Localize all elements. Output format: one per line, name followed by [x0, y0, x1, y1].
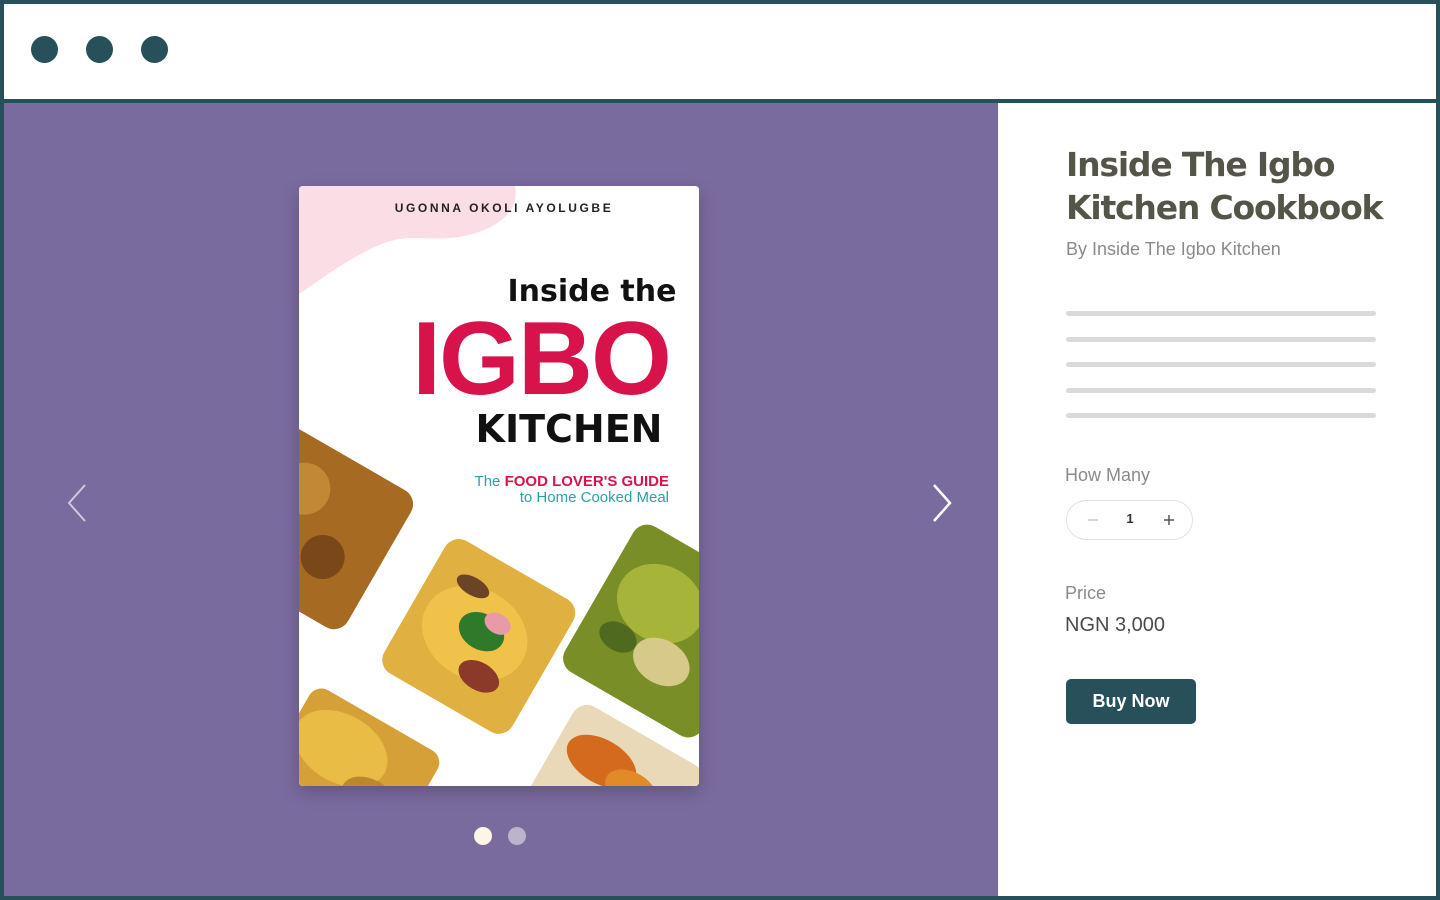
- chevron-right-icon: [933, 484, 952, 522]
- description-placeholder-line: [1066, 388, 1376, 393]
- window-control-dot[interactable]: [141, 36, 168, 63]
- minus-icon: [1088, 519, 1098, 521]
- product-details-panel: Inside The Igbo Kitchen Cookbook By Insi…: [998, 103, 1436, 896]
- next-image-button[interactable]: [920, 481, 960, 525]
- window-control-dot[interactable]: [86, 36, 113, 63]
- description-placeholder-line: [1066, 311, 1376, 316]
- prev-image-button[interactable]: [59, 481, 99, 525]
- product-image-gallery: UGONNA OKOLI AYOLUGBE Inside the IGBO KI…: [4, 103, 998, 896]
- window-titlebar: [4, 4, 1436, 103]
- description-placeholder-line: [1066, 413, 1376, 418]
- description-placeholder-line: [1066, 337, 1376, 342]
- pagination-dot[interactable]: [508, 827, 526, 845]
- plus-icon: [1164, 515, 1174, 525]
- cover-author: UGONNA OKOLI AYOLUGBE: [395, 201, 614, 215]
- chevron-left-icon: [67, 484, 86, 522]
- decrement-button[interactable]: [1083, 510, 1103, 530]
- browser-window: UGONNA OKOLI AYOLUGBE Inside the IGBO KI…: [0, 0, 1440, 900]
- quantity-stepper: 1: [1066, 500, 1193, 540]
- price-value: NGN 3,000: [1065, 614, 1166, 636]
- cover-tagline: The FOOD LOVER'S GUIDE: [475, 473, 669, 490]
- cover-title-bottom: KITCHEN: [476, 407, 663, 451]
- pagination-dot-active[interactable]: [474, 827, 492, 845]
- quantity-label: How Many: [1065, 465, 1151, 485]
- quantity-value[interactable]: 1: [1111, 511, 1149, 526]
- product-title: Inside The Igbo Kitchen Cookbook: [1066, 145, 1383, 227]
- book-cover-image: UGONNA OKOLI AYOLUGBE Inside the IGBO KI…: [299, 186, 699, 786]
- book-cover-art: UGONNA OKOLI AYOLUGBE Inside the IGBO KI…: [299, 186, 699, 786]
- cover-tagline-line2: to Home Cooked Meal: [520, 489, 669, 506]
- window-control-dot[interactable]: [31, 36, 58, 63]
- description-placeholder-line: [1066, 362, 1376, 367]
- cover-title-main: IGBO: [412, 301, 670, 417]
- increment-button[interactable]: [1159, 510, 1179, 530]
- price-label: Price: [1065, 583, 1107, 603]
- buy-now-button[interactable]: Buy Now: [1066, 679, 1196, 724]
- product-byline: By Inside The Igbo Kitchen: [1066, 239, 1281, 259]
